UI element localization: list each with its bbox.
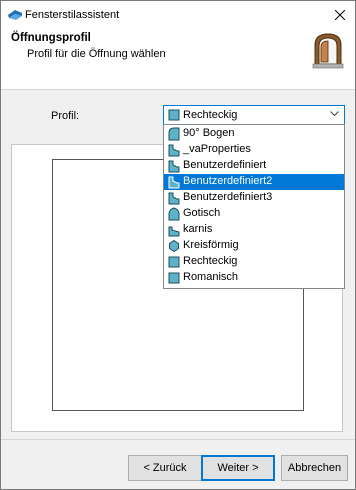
custom-profile-icon: [168, 191, 180, 205]
profile-option[interactable]: _vaProperties: [164, 142, 344, 158]
custom-profile-icon: [168, 175, 180, 189]
rectangle-icon: [168, 271, 180, 285]
profile-option[interactable]: 90° Bogen: [164, 126, 344, 142]
cancel-button[interactable]: Abbrechen: [281, 455, 348, 481]
title-bar: Fensterstilassistent: [1, 1, 355, 29]
custom-profile-icon: [168, 159, 180, 173]
close-button[interactable]: [325, 1, 355, 29]
close-icon: [335, 10, 345, 20]
chevron-down-icon: [330, 111, 339, 117]
wizard-header: Öffnungsprofil Profil für die Öffnung wä…: [1, 29, 355, 90]
window-title: Fensterstilassistent: [25, 9, 120, 21]
profile-combobox-value: Rechteckig: [183, 109, 238, 121]
page-title: Öffnungsprofil: [11, 32, 91, 44]
custom-profile-icon: [168, 223, 180, 237]
profile-dropdown-list: 90° Bogen _vaProperties Benutzerdefinier…: [163, 124, 345, 289]
rectangle-icon: [168, 255, 180, 269]
profile-option[interactable]: Kreisförmig: [164, 238, 344, 254]
profile-option[interactable]: Benutzerdefiniert: [164, 158, 344, 174]
profile-combobox[interactable]: Rechteckig: [163, 105, 345, 125]
wizard-window: Fensterstilassistent Öffnungsprofil Prof…: [0, 0, 356, 490]
back-button[interactable]: < Zurück: [128, 455, 202, 481]
profile-option[interactable]: Gotisch: [164, 206, 344, 222]
footer-divider: [1, 439, 355, 440]
circle-icon: [168, 239, 180, 253]
window-illustration-icon: [311, 31, 345, 69]
profile-option[interactable]: Romanisch: [164, 270, 344, 286]
app-icon: [7, 8, 23, 22]
profile-option[interactable]: karnis: [164, 222, 344, 238]
custom-profile-icon: [168, 143, 180, 157]
next-button[interactable]: Weiter >: [201, 455, 275, 481]
profile-label: Profil:: [51, 110, 80, 122]
profile-option[interactable]: Benutzerdefiniert3: [164, 190, 344, 206]
profile-option[interactable]: Rechteckig: [164, 254, 344, 270]
gothic-arch-icon: [168, 207, 180, 221]
profile-option-selected[interactable]: Benutzerdefiniert2: [164, 174, 344, 190]
page-subtitle: Profil für die Öffnung wählen: [27, 48, 166, 60]
rectangle-icon: [168, 109, 180, 121]
arch-icon: [168, 127, 180, 141]
